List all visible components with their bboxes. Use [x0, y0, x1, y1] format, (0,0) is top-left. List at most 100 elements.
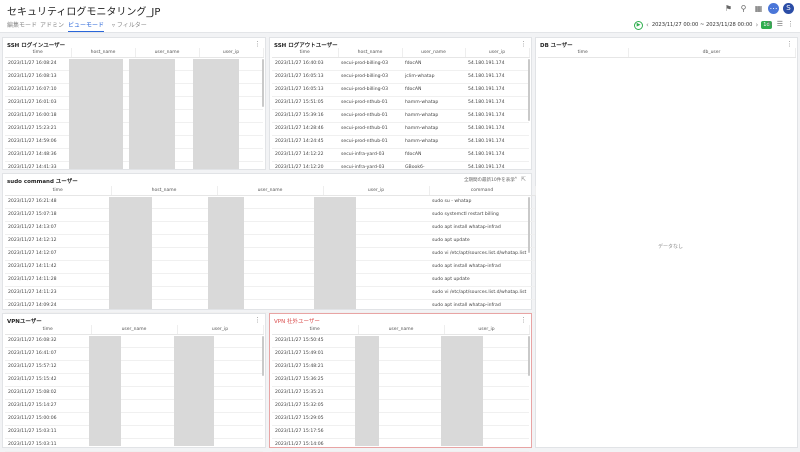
table-row[interactable]: 2023/11/27 14:12:22 secui-infra-yard-03 fd… — [272, 148, 529, 162]
column-header[interactable]: user_name — [402, 48, 466, 58]
table-row[interactable]: 2023/11/27 15:51:05 secui-prod-nthub-01 ha… — [272, 96, 529, 110]
tab-filter[interactable]: ▿ フィルター — [112, 20, 147, 32]
cell-time: 2023/11/27 16:05:13 — [272, 83, 338, 97]
more-icon[interactable]: ⋯ — [768, 3, 779, 14]
table-row[interactable]: 2023/11/27 16:21:48 sudo su - whatap — [5, 195, 535, 209]
table-row[interactable]: 2023/11/27 14:12:12 sudo apt update — [5, 234, 535, 248]
column-header[interactable]: time — [538, 48, 629, 58]
time-range[interactable]: 2023/11/27 00:00 ~ 2023/11/28 00:00 — [652, 22, 753, 28]
table-header: time host_name user_name user_ip — [5, 48, 264, 58]
cell-command: sudo apt install whatap-infrad — [429, 299, 535, 313]
table-row[interactable]: 2023/11/27 14:24:45 secui-prod-nthub-01 ha… — [272, 135, 529, 149]
column-header[interactable]: host_name — [71, 48, 136, 58]
table-row[interactable]: 2023/11/27 14:13:07 sudo apt install what… — [5, 221, 535, 235]
table-row[interactable]: 2023/11/27 16:05:13 secui-prod-billing-03… — [272, 70, 529, 84]
tab-filter-label: フィルター — [116, 22, 147, 29]
table-row[interactable]: 2023/11/27 15:48:21 — [272, 360, 529, 374]
table-row[interactable]: 2023/11/27 15:35:21 — [272, 386, 529, 400]
table-row[interactable]: 2023/11/27 14:09:24 sudo apt install what… — [5, 299, 535, 313]
tab-admin[interactable]: アドミン — [40, 20, 64, 32]
play-icon[interactable]: ▶ — [634, 20, 643, 30]
panel-note: 全期間の最新10件を表示 — [464, 178, 515, 183]
cell-time: 2023/11/27 15:14:27 — [5, 399, 91, 413]
column-header[interactable]: user_name — [91, 325, 178, 335]
table-row[interactable]: 2023/11/27 16:40:03 secui-prod-billing-03… — [272, 57, 529, 71]
column-header[interactable]: user_name — [217, 186, 324, 196]
column-header[interactable]: time — [5, 48, 72, 58]
table-row[interactable]: 2023/11/27 15:03:11 — [5, 425, 263, 439]
column-header[interactable]: time — [5, 325, 92, 335]
chevron-left-icon[interactable]: ‹ — [646, 21, 649, 29]
column-header[interactable]: time — [272, 48, 339, 58]
table-row[interactable]: 2023/11/27 14:12:07 sudo vi /etc/apt/sour… — [5, 247, 535, 261]
pin-icon[interactable]: ⚲ — [738, 3, 749, 14]
cell-time: 2023/11/27 15:23:21 — [5, 122, 71, 136]
cell-command: sudo apt install whatap-infrad — [429, 260, 535, 274]
panel-menu-icon[interactable]: ⋮ — [254, 316, 261, 324]
column-header[interactable]: user_name — [135, 48, 200, 58]
table-row[interactable]: 2023/11/27 16:08:32 — [5, 334, 263, 348]
refresh-icon[interactable]: ↻ — [767, 20, 773, 28]
table-row[interactable]: 2023/11/27 14:28:46 secui-prod-nthub-01 ha… — [272, 122, 529, 136]
table-row[interactable]: 2023/11/27 15:49:01 — [272, 347, 529, 361]
column-header[interactable]: host_name — [338, 48, 403, 58]
cell-time: 2023/11/27 16:07:10 — [5, 83, 71, 97]
column-header[interactable]: user_ip — [177, 325, 264, 335]
table-row[interactable]: 2023/11/27 15:00:06 — [5, 412, 263, 426]
column-header[interactable]: time — [5, 186, 112, 196]
dashboard-tools: ↻ ☰ ⋮ — [767, 20, 794, 28]
table-row[interactable]: 2023/11/27 15:36:25 — [272, 373, 529, 387]
table-row[interactable]: 2023/11/27 15:14:06 — [272, 438, 529, 452]
table-row[interactable]: 2023/11/27 14:11:23 sudo vi /etc/apt/sour… — [5, 286, 535, 300]
column-header[interactable]: user_ip — [323, 186, 430, 196]
panel-menu-icon[interactable]: ⋮ — [786, 40, 793, 48]
list-icon[interactable]: ☰ — [777, 20, 783, 28]
avatar-icon[interactable]: S — [783, 3, 794, 14]
table-row[interactable]: 2023/11/27 15:03:11 — [5, 438, 263, 452]
column-header[interactable]: db_user — [628, 48, 796, 58]
cell-time: 2023/11/27 16:08:32 — [5, 334, 91, 348]
table-row[interactable]: 2023/11/27 14:11:42 sudo apt install what… — [5, 260, 535, 274]
export-icon[interactable]: ⇱ — [521, 176, 526, 184]
panel-menu-icon[interactable]: ⋮ — [520, 316, 527, 324]
table-row[interactable]: 2023/11/27 15:15:42 — [5, 373, 263, 387]
cell-ip: 54.180.191.174 — [465, 122, 529, 136]
table-row[interactable]: 2023/11/27 14:11:28 sudo apt update — [5, 273, 535, 287]
settings-icon[interactable]: ⋮ — [787, 20, 794, 28]
scrollbar[interactable] — [528, 336, 530, 376]
table-row[interactable]: 2023/11/27 15:08:02 — [5, 386, 263, 400]
column-header[interactable]: user_name — [358, 325, 445, 335]
tab-view-mode[interactable]: ビューモード — [68, 20, 105, 32]
column-header[interactable]: user_ip — [199, 48, 264, 58]
megaphone-icon[interactable]: ⚑ — [723, 3, 734, 14]
cell-host: secui-prod-nthub-01 — [338, 109, 402, 123]
table-row[interactable]: 2023/11/27 15:50:45 — [272, 334, 529, 348]
scrollbar[interactable] — [262, 59, 264, 107]
cell-user: fdocAN — [402, 57, 465, 71]
expand-icon[interactable]: ⤢ — [512, 176, 517, 184]
panel-menu-icon[interactable]: ⋮ — [520, 40, 527, 48]
column-header[interactable]: user_ip — [465, 48, 530, 58]
table-row[interactable]: 2023/11/27 15:17:56 — [272, 425, 529, 439]
column-header[interactable]: command — [429, 186, 536, 196]
column-header[interactable]: time — [272, 325, 359, 335]
table-row[interactable]: 2023/11/27 15:29:05 — [272, 412, 529, 426]
calendar-icon[interactable]: ▦ — [753, 3, 764, 14]
cell-time: 2023/11/27 14:28:46 — [272, 122, 338, 136]
chevron-right-icon[interactable]: › — [755, 21, 758, 29]
tab-edit-mode[interactable]: 編集モード — [7, 20, 37, 32]
column-header[interactable]: user_ip — [444, 325, 530, 335]
panel-menu-icon[interactable]: ⋮ — [254, 40, 261, 48]
table-row[interactable]: 2023/11/27 16:41:07 — [5, 347, 263, 361]
table-row[interactable]: 2023/11/27 15:07:18 sudo systemctl restar… — [5, 208, 535, 222]
cell-time: 2023/11/27 15:08:02 — [5, 386, 91, 400]
table-row[interactable]: 2023/11/27 15:39:16 secui-prod-nthub-01 ha… — [272, 109, 529, 123]
scrollbar[interactable] — [528, 197, 530, 253]
table-row[interactable]: 2023/11/27 16:05:13 secui-prod-billing-03… — [272, 83, 529, 97]
table-row[interactable]: 2023/11/27 15:57:12 — [5, 360, 263, 374]
scrollbar[interactable] — [262, 336, 264, 376]
scrollbar[interactable] — [528, 59, 530, 121]
column-header[interactable]: host_name — [111, 186, 218, 196]
table-row[interactable]: 2023/11/27 15:32:05 — [272, 399, 529, 413]
table-row[interactable]: 2023/11/27 15:14:27 — [5, 399, 263, 413]
